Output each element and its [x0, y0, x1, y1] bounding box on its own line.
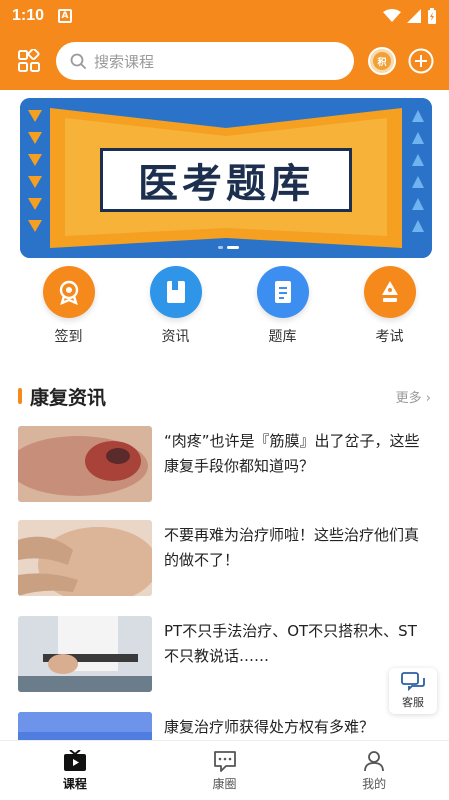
- section-accent-bar: [18, 388, 22, 404]
- quick-link-label: 考试: [375, 329, 404, 345]
- top-bar: 搜索课程 积: [0, 32, 449, 90]
- tab-label: 我的: [362, 776, 387, 791]
- section-header: 康复资讯 更多 ›: [0, 380, 449, 412]
- search-input[interactable]: 搜索课程: [56, 42, 354, 80]
- quick-link-label: 签到: [54, 329, 83, 345]
- more-label: 更多: [395, 390, 422, 406]
- banner[interactable]: 医考题库: [20, 98, 432, 258]
- tab-profile[interactable]: 我的: [299, 741, 449, 800]
- status-bar: 1:10 A: [0, 0, 449, 32]
- category-grid-button[interactable]: [14, 46, 44, 76]
- tab-label: 课程: [62, 776, 87, 791]
- battery-icon: [428, 8, 436, 24]
- quick-link-exam[interactable]: 考试: [338, 266, 441, 350]
- quick-link-label: 资讯: [161, 329, 190, 345]
- chevron-right-icon: ›: [425, 390, 431, 406]
- search-icon: [70, 53, 86, 69]
- news-title: “肉疼”也许是『筋膜』出了岔子，这些康复手段你都知道吗？: [164, 432, 420, 475]
- chat-icon: [401, 672, 425, 692]
- status-time: 1:10: [12, 7, 45, 24]
- more-link[interactable]: 更多 ›: [396, 387, 431, 406]
- pagination-dot: [218, 246, 223, 249]
- scroll-icon: [256, 266, 309, 318]
- banner-container: 医考题库: [0, 90, 449, 266]
- quick-link-checkin[interactable]: 签到: [17, 266, 120, 350]
- message-icon: [213, 750, 236, 772]
- badge-icon: [42, 266, 95, 318]
- news-thumbnail: [18, 520, 152, 596]
- news-item[interactable]: 不要再难为治疗师啦！这些治疗他们真的做不了！: [18, 520, 431, 596]
- video-play-icon: [63, 749, 86, 771]
- pen-nib-icon: [363, 266, 416, 318]
- points-button[interactable]: 积: [368, 47, 396, 75]
- quick-link-news[interactable]: 资讯: [124, 266, 227, 350]
- news-title: 不要再难为治疗师啦！这些治疗他们真的做不了！: [164, 526, 420, 569]
- grid-icon: [18, 49, 40, 72]
- news-item[interactable]: PT不只手法治疗、OT不只搭积木、ST不只教说话……: [18, 616, 431, 692]
- signal-icon: [407, 9, 421, 23]
- customer-service-label: 客服: [402, 696, 424, 709]
- banner-pagination: [218, 246, 239, 249]
- wifi-icon: [383, 9, 401, 22]
- section-title: 康复资讯: [30, 386, 107, 409]
- add-button[interactable]: [408, 48, 434, 74]
- tab-community[interactable]: 康圈: [150, 741, 300, 800]
- news-thumbnail: [18, 426, 152, 502]
- news-item[interactable]: “肉疼”也许是『筋膜』出了岔子，这些康复手段你都知道吗？: [18, 426, 431, 502]
- status-icons: [383, 8, 437, 24]
- quick-link-question-bank[interactable]: 题库: [231, 266, 334, 350]
- points-icon: 积: [373, 52, 391, 70]
- news-thumbnail: [18, 616, 152, 692]
- search-placeholder: 搜索课程: [94, 52, 155, 71]
- tab-courses[interactable]: 课程: [0, 741, 150, 800]
- banner-title: 医考题库: [100, 148, 352, 212]
- tab-label: 康圈: [212, 776, 237, 791]
- notification-icon: A: [58, 9, 73, 23]
- pagination-dot-active: [227, 246, 239, 249]
- quick-links: 签到 资讯 题库 考试: [0, 266, 449, 350]
- customer-service-button[interactable]: 客服: [389, 668, 437, 714]
- quick-link-label: 题库: [268, 329, 297, 345]
- book-icon: [149, 266, 202, 318]
- bottom-tab-bar: 课程 康圈 我的: [0, 740, 449, 800]
- user-icon: [364, 750, 385, 771]
